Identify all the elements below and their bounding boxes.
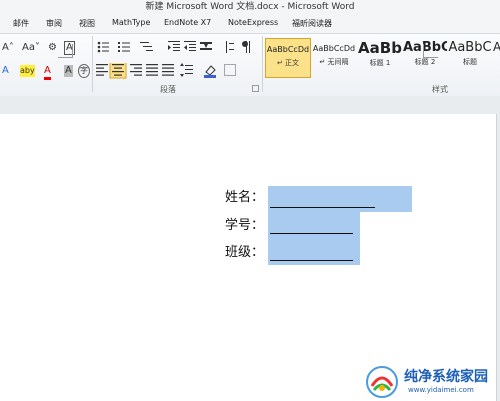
window-title: 新建 Microsoft Word 文档.docx - Microsoft Wo… bbox=[0, 0, 500, 14]
font-color-icon[interactable]: A bbox=[44, 65, 51, 80]
style-name: 标题 bbox=[463, 58, 477, 66]
align-center-selected-bg bbox=[109, 63, 127, 79]
style-title[interactable]: AaBbC 标题 bbox=[448, 38, 492, 76]
borders-icon bbox=[224, 64, 236, 76]
paragraph-row2-icons bbox=[96, 63, 236, 79]
style-sample: AaBbCcDd bbox=[266, 45, 310, 54]
align-left-icon bbox=[96, 64, 108, 76]
style-sample: A bbox=[493, 40, 500, 54]
tab-review[interactable]: 审阅 bbox=[46, 18, 62, 29]
highlight-color-icon[interactable]: aby bbox=[20, 65, 35, 77]
shading-icon bbox=[204, 65, 216, 78]
tab-endnote[interactable]: EndNote X7 bbox=[164, 18, 211, 27]
style-name: 标题 2 bbox=[414, 58, 436, 66]
distribute-icon bbox=[162, 64, 174, 76]
numbering-icon bbox=[118, 42, 130, 52]
style-no-spacing[interactable]: AaBbCcDd ↵ 无间隔 bbox=[311, 38, 357, 76]
blank-underline[interactable] bbox=[270, 233, 353, 234]
style-more[interactable]: A bbox=[493, 38, 500, 76]
style-name: ↵ 正文 bbox=[276, 59, 300, 67]
watermark-logo-icon bbox=[366, 366, 398, 398]
field-label: 学号： bbox=[225, 218, 265, 233]
styles-group-label: 样式 bbox=[432, 85, 448, 94]
paragraph-row1-icons bbox=[97, 41, 250, 53]
align-right-icon bbox=[130, 64, 142, 76]
ribbon-tabs: 邮件 审阅 视图 MathType EndNote X7 NoteExpress… bbox=[0, 14, 500, 33]
justify-icon bbox=[146, 64, 158, 76]
line-spacing-icon bbox=[180, 63, 193, 77]
style-name: 标题 1 bbox=[369, 59, 391, 67]
margin-corner-mark-left bbox=[58, 44, 73, 58]
field-row-student-id: 学号： bbox=[225, 215, 264, 237]
style-heading-1[interactable]: AaBb 标题 1 bbox=[358, 38, 402, 76]
multilevel-list-icon bbox=[140, 42, 153, 51]
style-name: ↵ 无间隔 bbox=[319, 58, 349, 66]
field-label: 班级： bbox=[225, 245, 265, 260]
divider bbox=[262, 36, 263, 92]
watermark: 纯净系统家园 www.yidaimei.com bbox=[360, 362, 500, 401]
style-sample: AaBbCcDd bbox=[312, 44, 356, 53]
field-row-name: 姓名： bbox=[225, 187, 264, 209]
character-shading-icon[interactable]: A bbox=[64, 65, 73, 77]
style-sample: AaBbC bbox=[448, 40, 492, 55]
bullets-icon bbox=[97, 41, 109, 53]
tab-mailings[interactable]: 邮件 bbox=[13, 18, 29, 29]
chinese-layout-icon bbox=[200, 42, 212, 50]
show-marks-icon bbox=[242, 41, 250, 53]
paragraph-dialog-launcher[interactable] bbox=[252, 85, 259, 92]
decrease-indent-icon bbox=[168, 41, 180, 51]
tab-foxit-reader[interactable]: 福昕阅读器 bbox=[292, 18, 332, 29]
selection-highlight bbox=[268, 212, 360, 265]
paragraph-group-label: 段落 bbox=[160, 85, 176, 94]
field-row-class: 班级： bbox=[225, 242, 264, 264]
phonetic-guide-icon[interactable]: ⚙ bbox=[48, 42, 57, 54]
increase-indent-icon bbox=[184, 41, 196, 51]
grow-font-icon[interactable]: A˄ bbox=[2, 42, 14, 54]
style-sample: AaBb bbox=[358, 39, 402, 57]
sort-icon bbox=[226, 41, 234, 53]
margin-corner-mark-right bbox=[423, 44, 438, 58]
ribbon: A˄ Aa˅ ⚙ A A aby A A 字 段落 AaBbCcDd ↵ 正文 … bbox=[0, 33, 500, 97]
field-label: 姓名： bbox=[225, 190, 265, 205]
tab-noteexpress[interactable]: NoteExpress bbox=[228, 18, 278, 27]
tab-mathtype[interactable]: MathType bbox=[112, 18, 150, 27]
blank-underline[interactable] bbox=[270, 207, 375, 208]
change-case-icon[interactable]: Aa˅ bbox=[22, 42, 40, 54]
text-effects-icon[interactable]: A bbox=[2, 65, 9, 77]
watermark-title: 纯净系统家园 bbox=[404, 369, 488, 385]
tab-view[interactable]: 视图 bbox=[79, 18, 95, 29]
style-normal[interactable]: AaBbCcDd ↵ 正文 bbox=[265, 38, 311, 78]
enclose-characters-icon[interactable]: 字 bbox=[78, 64, 90, 78]
divider bbox=[92, 36, 93, 92]
watermark-url: www.yidaimei.com bbox=[408, 386, 474, 394]
selection-highlight bbox=[268, 186, 412, 212]
blank-underline[interactable] bbox=[270, 260, 353, 261]
